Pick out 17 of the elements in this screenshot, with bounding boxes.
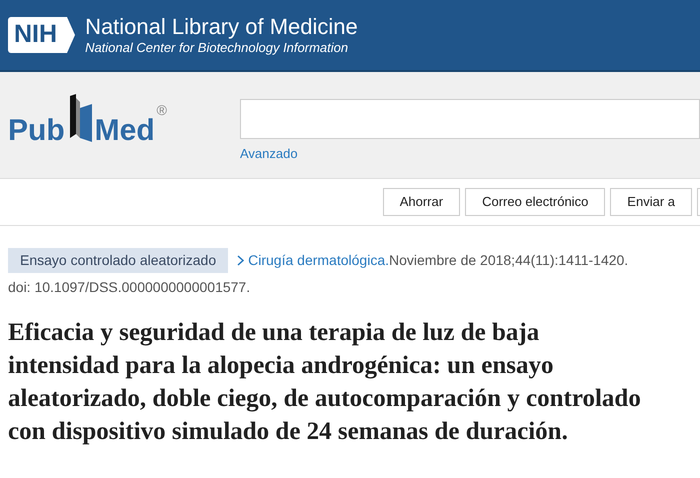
search-field[interactable] — [240, 99, 700, 139]
journal-link[interactable]: Cirugía dermatológica. — [248, 250, 389, 271]
chevron-icon — [237, 255, 244, 266]
chevron-icon — [63, 17, 76, 53]
header-title: National Library of Medicine — [85, 14, 358, 40]
logo-text: Pub — [8, 113, 65, 149]
article-title: Eficacia y seguridad de una terapia de luz de baja intensidad para la alopecia androgénica: un ensayo aleatorizado, doble ciego, de autocomparación y controlado con dispositivo simulado de 24 semanas de duración. — [8, 318, 642, 447]
registered-mark: ® — [156, 101, 167, 120]
citation-text: Noviembre de 2018;44(11):1411-1420. — [389, 251, 628, 270]
header-subtitle: National Center for Biotechnology Information — [85, 40, 350, 56]
publication-type-tag: Ensayo controlado aleatorizado — [8, 248, 228, 273]
doi-text: doi: 10.1097/DSS.0000000000001577. — [8, 278, 252, 297]
action-button[interactable]: Ahorrar — [382, 188, 460, 216]
action-button[interactable]: Correo electrónico — [465, 188, 606, 216]
logo-text: Med — [94, 113, 155, 149]
advanced-link[interactable]: Avanzado — [240, 144, 700, 164]
action-button[interactable]: Enviar a — [610, 188, 692, 216]
